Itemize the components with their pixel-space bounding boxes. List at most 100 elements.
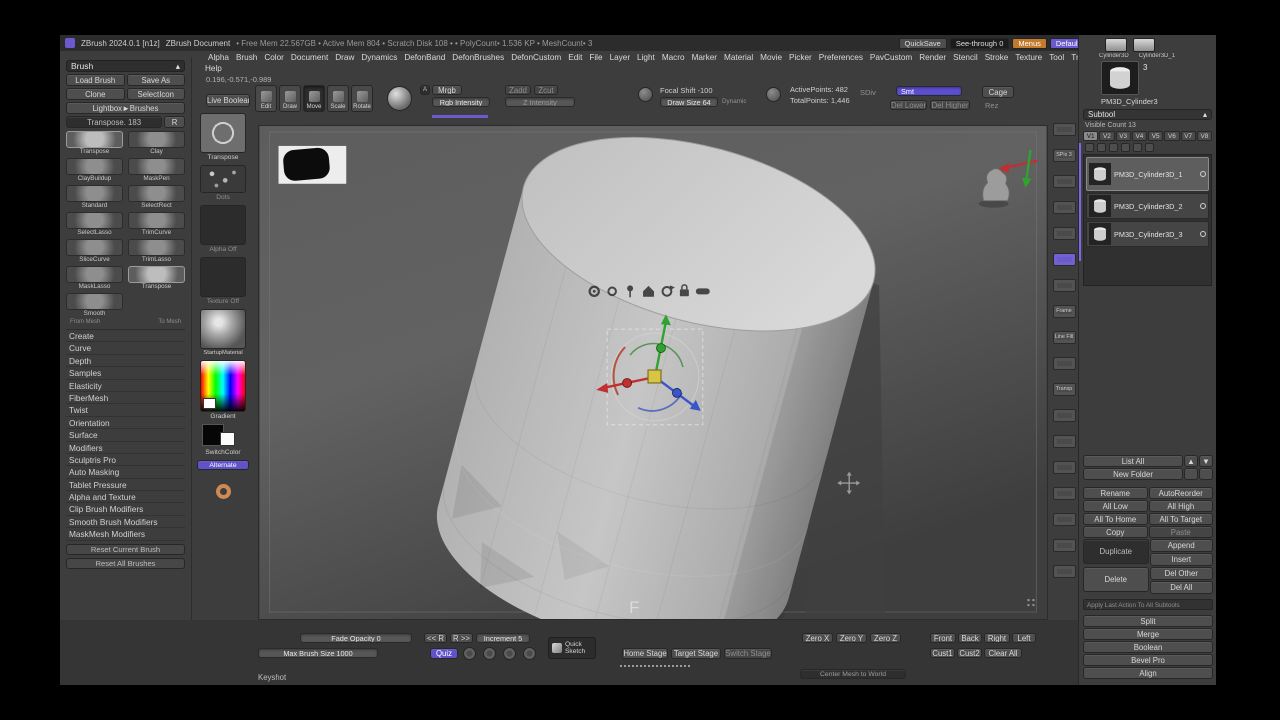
subtool-item[interactable]: PM3D_Cylinder3D_2 — [1086, 193, 1209, 219]
brush-section-item[interactable]: Twist — [66, 404, 185, 417]
r-prev-button[interactable]: << R — [424, 633, 447, 643]
apply-last-action-label[interactable]: Apply Last Action To All Subtools — [1083, 599, 1213, 610]
stroke-circle-icon[interactable] — [503, 647, 516, 660]
brush-section-item[interactable]: Smooth Brush Modifiers — [66, 516, 185, 529]
smt-slider[interactable]: Smt — [896, 86, 962, 96]
focal-shift-dial[interactable] — [638, 87, 653, 102]
current-brush-button[interactable]: Transpose. 183 — [66, 116, 163, 128]
shelf-tile[interactable] — [1052, 461, 1076, 474]
center-mesh-button[interactable]: Center Mesh to World — [800, 669, 906, 679]
subtool-mini-icon[interactable] — [1121, 143, 1130, 152]
q-button[interactable]: Quiz — [430, 648, 458, 659]
auto-reorder-button[interactable]: AutoReorder — [1148, 487, 1213, 499]
brush-section-item[interactable]: Curve — [66, 342, 185, 355]
menu-item-help[interactable]: Help — [205, 64, 222, 73]
menu-item[interactable]: Color — [261, 52, 287, 64]
select-icon-button[interactable]: SelectIcon — [126, 88, 185, 100]
shelf-tile[interactable] — [1052, 513, 1076, 526]
dynamic-label[interactable]: Dynamic — [722, 98, 747, 105]
align-button[interactable]: Align — [1083, 667, 1213, 679]
version-tab[interactable]: V2 — [1099, 131, 1115, 141]
brush-section-item[interactable]: Elasticity — [66, 380, 185, 392]
material-thumbnail[interactable] — [200, 309, 246, 349]
menu-item[interactable]: Material — [721, 52, 756, 64]
secondary-color-swatch[interactable] — [220, 432, 235, 446]
mode-button[interactable]: Move — [303, 85, 325, 112]
material-sphere-icon[interactable] — [387, 86, 412, 111]
shelf-tile[interactable] — [1052, 409, 1076, 422]
switch-stage-button[interactable]: Switch Stage — [724, 648, 772, 659]
shelf-tile[interactable] — [1052, 227, 1076, 240]
subtool-mini-icon[interactable] — [1097, 143, 1106, 152]
list-all-button[interactable]: List All — [1083, 455, 1183, 467]
visibility-eye-icon[interactable] — [1200, 231, 1206, 237]
collapse-icon[interactable]: ▴ — [1203, 110, 1207, 119]
brush-item[interactable]: ClayBuildup — [66, 158, 123, 183]
reset-current-brush-button[interactable]: Reset Current Brush — [66, 543, 185, 555]
cust1-button[interactable]: Cust1 — [930, 648, 955, 658]
split-button[interactable]: Split — [1083, 615, 1213, 627]
version-tab[interactable]: V1 — [1083, 131, 1099, 141]
brush-section-item[interactable]: Surface — [66, 429, 185, 442]
subtool-mini-icon[interactable] — [1145, 143, 1154, 152]
z-intensity-slider[interactable]: Z Intensity — [505, 97, 575, 107]
menu-item[interactable]: DefonBand — [401, 52, 448, 64]
tool-history-thumbnail[interactable] — [1105, 38, 1127, 52]
quick-sketch-button[interactable]: Quick Sketch — [548, 637, 596, 659]
insert-button[interactable]: Insert — [1149, 553, 1213, 566]
boolean-button[interactable]: Boolean — [1083, 641, 1213, 653]
subtool-header[interactable]: Subtool ▴ — [1083, 109, 1212, 120]
menu-item[interactable]: Render — [916, 52, 949, 64]
shelf-tile[interactable] — [1052, 487, 1076, 500]
stroke-circle-icon[interactable] — [483, 647, 496, 660]
r-button[interactable]: R — [164, 116, 185, 128]
mode-button[interactable]: Scale — [327, 85, 349, 112]
viewport-canvas[interactable]: F — [258, 125, 1048, 620]
menu-item[interactable]: Draw — [332, 52, 357, 64]
brush-item[interactable]: SelectRect — [128, 185, 185, 210]
left-view-button[interactable]: Left — [1012, 633, 1036, 643]
brush-item[interactable]: TrimCurve — [128, 212, 185, 237]
brush-section-item[interactable]: Depth — [66, 355, 185, 368]
folder-move-icon[interactable] — [1199, 468, 1213, 480]
brush-item[interactable]: Transpose — [128, 266, 185, 291]
zadd-button[interactable]: Zadd — [505, 85, 531, 95]
dynamic-dial[interactable] — [766, 87, 781, 102]
menu-item[interactable]: Tool — [1046, 52, 1067, 64]
visibility-eye-icon[interactable] — [1200, 171, 1206, 177]
folder-up-icon[interactable] — [1184, 468, 1198, 480]
rgb-intensity-slider[interactable]: Rgb Intensity — [432, 97, 490, 107]
draw-size-slider[interactable]: Draw Size 64 — [660, 97, 718, 107]
bevel-pro-button[interactable]: Bevel Pro — [1083, 654, 1213, 666]
clear-all-button[interactable]: Clear All — [984, 648, 1022, 658]
stroke-circle-icon[interactable] — [463, 647, 476, 660]
right-view-button[interactable]: Right — [984, 633, 1010, 643]
mode-button[interactable]: Rotate — [351, 85, 373, 112]
brush-item[interactable]: Clay — [128, 131, 185, 156]
brush-item[interactable]: Standard — [66, 185, 123, 210]
shelf-tile[interactable] — [1052, 435, 1076, 448]
version-tab[interactable]: V8 — [1196, 131, 1212, 141]
brush-section-item[interactable]: Samples — [66, 367, 185, 380]
append-button[interactable]: Append — [1149, 539, 1213, 552]
stroke-thumbnail[interactable] — [200, 165, 246, 193]
shelf-tile[interactable] — [1052, 539, 1076, 552]
subtool-mini-icon[interactable] — [1133, 143, 1142, 152]
live-boolean-button[interactable]: Live Boolean — [206, 94, 250, 107]
mode-button[interactable]: Edit — [255, 85, 277, 112]
mrgb-button[interactable]: Mrgb — [432, 85, 462, 95]
paste-button[interactable]: Paste — [1148, 526, 1213, 538]
fade-opacity-slider[interactable]: Fade Opacity 0 — [300, 633, 412, 643]
menu-item[interactable]: Stroke — [982, 52, 1012, 64]
front-view-button[interactable]: Front — [930, 633, 956, 643]
see-through-slider[interactable]: See-through 0 — [949, 37, 1010, 49]
subtool-scrollbar[interactable] — [1079, 143, 1081, 261]
gizmo-center-handle[interactable] — [647, 369, 662, 384]
menu-item[interactable]: DefonCustom — [508, 52, 564, 64]
del-other-button[interactable]: Del Other — [1149, 567, 1213, 580]
menu-item[interactable]: DefonBrushes — [449, 52, 507, 64]
tool-history-thumbnail[interactable] — [1133, 38, 1155, 52]
del-higher-button[interactable]: Del Higher — [930, 100, 970, 110]
quicksave-button[interactable]: QuickSave — [898, 37, 947, 49]
all-to-target-button[interactable]: All To Target — [1148, 513, 1213, 525]
